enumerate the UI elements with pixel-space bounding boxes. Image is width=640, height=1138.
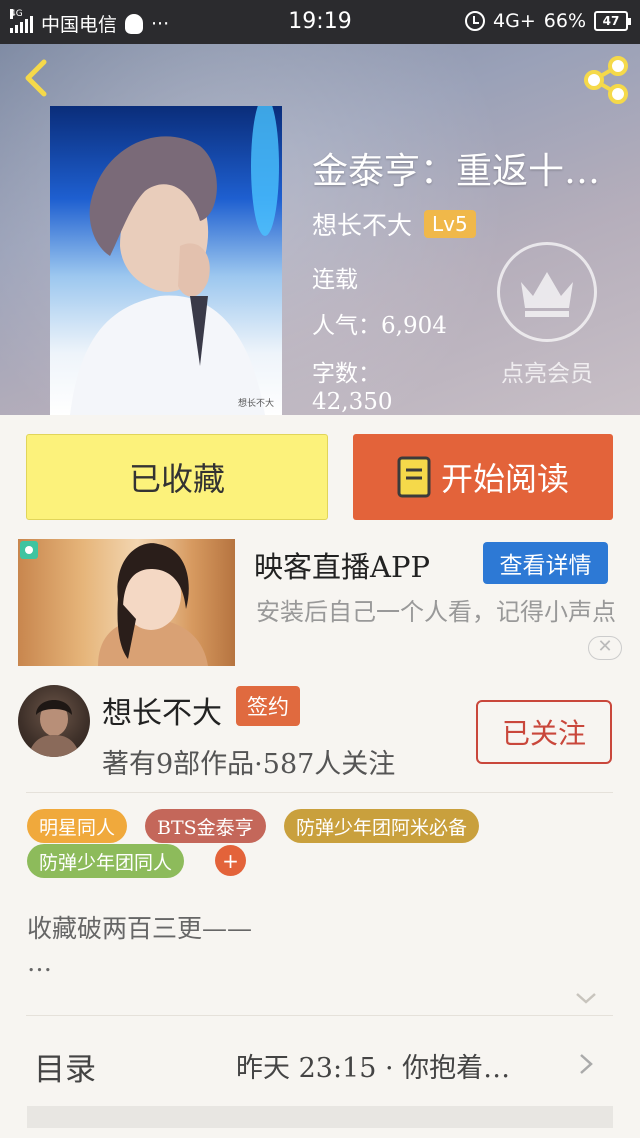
collected-button[interactable]: 已收藏 — [26, 434, 328, 520]
signed-badge: 签约 — [236, 686, 300, 726]
divider — [26, 792, 613, 793]
bottom-placeholder — [27, 1106, 613, 1128]
network-type: 4G+ — [493, 10, 536, 32]
vip-button[interactable]: 点亮会员 — [492, 242, 602, 388]
expand-chevron-down-icon[interactable] — [574, 988, 598, 1008]
word-count-label: 字数： — [312, 361, 381, 387]
author-level-badge: Lv5 — [424, 210, 476, 238]
author-avatar[interactable] — [18, 685, 90, 757]
serial-status: 连载 — [312, 267, 358, 293]
description-line: 收藏破两百三更—— — [27, 914, 253, 943]
book-icon — [397, 456, 431, 498]
popularity: 人气：6,904 — [312, 313, 447, 339]
alarm-icon — [465, 11, 486, 31]
start-reading-button[interactable]: 开始阅读 — [353, 434, 613, 520]
book-author[interactable]: 想长不大 — [312, 206, 412, 242]
book-header: 想长不大 金泰亨：重返十… 想长不大 Lv5 连载 人气：6,904 字数： 4… — [0, 44, 640, 415]
description-ellipsis: … — [27, 948, 52, 977]
latest-chapter[interactable]: 昨天 23:15 · 你抱着… — [236, 1046, 510, 1085]
back-arrow-icon[interactable] — [18, 58, 58, 98]
crown-icon — [497, 242, 597, 342]
battery-percent: 66% — [543, 10, 586, 32]
battery-icon: 47 — [594, 11, 631, 31]
follow-button[interactable]: 已关注 — [476, 700, 612, 764]
author-name[interactable]: 想长不大 — [102, 688, 222, 732]
book-description[interactable]: 收藏破两百三更—— … — [27, 912, 252, 980]
cover-illustration — [70, 106, 279, 415]
vip-label: 点亮会员 — [501, 361, 593, 387]
collected-label: 已收藏 — [128, 460, 225, 498]
start-reading-label: 开始阅读 — [440, 460, 569, 498]
book-title: 金泰亨：重返十… — [312, 151, 601, 192]
follow-label: 已关注 — [501, 717, 586, 750]
tag-bts-fanfic[interactable]: 防弹少年团同人 — [27, 844, 185, 878]
divider — [26, 1015, 613, 1016]
cover-watermark: 想长不大 — [237, 399, 274, 409]
chevron-right-icon[interactable] — [578, 1052, 594, 1076]
tag-bts-v[interactable]: BTS金泰亨 — [145, 809, 266, 843]
ad-image[interactable] — [18, 539, 235, 666]
ad-title: 映客直播APP — [254, 550, 430, 584]
author-stats: 著有9部作品·587人关注 — [102, 749, 396, 780]
ad-close-icon[interactable]: ✕ — [588, 636, 622, 660]
tag-bts-army[interactable]: 防弹少年团阿米必备 — [284, 809, 480, 843]
word-count: 42,350 — [312, 389, 393, 415]
toc-label[interactable]: 目录 — [34, 1044, 96, 1089]
share-icon[interactable] — [580, 54, 632, 106]
ad-detail-button[interactable]: 查看详情 — [483, 542, 608, 584]
ad-description: 安装后自己一个人看，记得小声点 — [256, 598, 616, 626]
status-bar: 4G 中国电信 ··· 19:19 4G+ 66% 47 — [0, 0, 640, 44]
tag-star-fanfic[interactable]: 明星同人 — [27, 809, 128, 843]
add-tag-button[interactable]: + — [215, 845, 246, 876]
book-cover[interactable]: 想长不大 — [50, 106, 282, 415]
